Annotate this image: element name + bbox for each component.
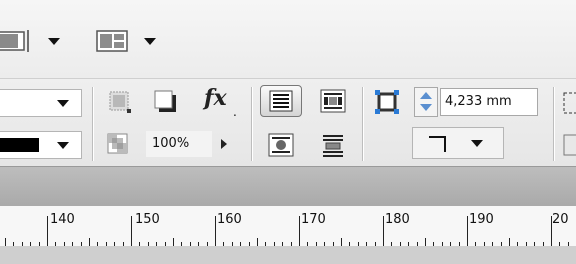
ruler-tick [551,216,552,246]
document-tab-bar [0,166,576,208]
arrange-documents-button[interactable] [96,26,166,56]
effects-button[interactable]: fx . [202,85,242,119]
stroke-weight-field[interactable]: 4,233 mm [440,88,538,116]
ruler-tick [215,216,216,246]
screen-mode-icon [0,30,29,52]
ruler-tick [509,238,510,246]
jump-object-icon[interactable] [320,133,346,157]
chevron-down-icon [144,38,156,45]
chevron-down-icon [57,142,69,149]
ruler-label: 140 [50,212,75,227]
ruler-tick [341,238,342,246]
ruler-tick [467,216,468,246]
opacity-icon [107,133,128,154]
stroke-weight-stepper[interactable] [414,87,438,117]
chevron-down-icon [57,100,69,107]
ruler-label: 190 [469,212,494,227]
wrap-bounding-box-icon[interactable] [320,89,346,113]
divider [92,87,93,161]
chevron-right-icon[interactable] [221,139,227,149]
arrange-documents-icon [96,30,128,52]
arrow-down-icon[interactable] [420,104,432,111]
divider [362,87,363,161]
align-center-icon [269,90,293,112]
ruler-label: 150 [135,212,160,227]
ruler-tick [173,238,174,246]
chevron-down-icon [48,38,60,45]
chevron-down-icon [471,140,483,147]
ruler-label: 160 [217,212,242,227]
stroke-type-dropdown[interactable] [0,89,82,117]
opacity-field[interactable]: 100% [146,131,212,157]
horizontal-ruler[interactable]: 140 150 160 170 180 190 20 [0,206,576,247]
pasteboard [0,246,576,264]
application-bar [0,0,576,78]
wrap-object-shape-icon[interactable] [268,133,294,157]
ruler-tick [425,238,426,246]
divider [553,87,554,161]
stroke-color-dropdown[interactable] [0,131,82,159]
frame-fitting-icon[interactable] [562,91,576,117]
ruler-tick [131,216,132,246]
divider [251,87,252,161]
drop-shadow-icon[interactable] [153,89,179,115]
align-center-button[interactable] [260,85,302,117]
arrow-up-icon[interactable] [420,92,432,99]
ruler-tick [383,216,384,246]
corner-shape-icon [429,136,446,152]
ruler-label: 170 [301,212,326,227]
control-panel: fx . 100% 4,233 mm [0,78,576,167]
ruler-label: 180 [385,212,410,227]
stroke-weight-icon [375,90,399,114]
ruler-tick [5,238,6,246]
drop-shadow-options-icon[interactable] [107,89,133,115]
corner-options-dropdown[interactable] [412,127,504,159]
ruler-tick [47,216,48,246]
ruler-tick [89,238,90,246]
screen-mode-button[interactable] [0,26,70,56]
ruler-tick [257,238,258,246]
auto-fit-icon[interactable] [562,133,576,159]
stroke-color-swatch [0,138,39,152]
ruler-label: 20 [552,212,569,227]
ruler-tick [299,216,300,246]
fx-dot: . [233,105,237,119]
fx-icon: fx [204,85,227,111]
